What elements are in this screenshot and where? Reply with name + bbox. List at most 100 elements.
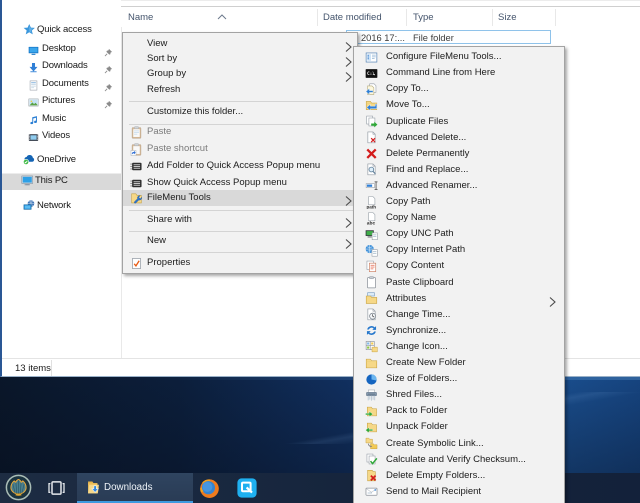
- column-header-name[interactable]: Name: [128, 12, 153, 25]
- column-separator: [317, 9, 318, 26]
- menu-item-copy-unc-path[interactable]: Copy UNC Path: [355, 227, 563, 243]
- menu-item-new[interactable]: New: [123, 233, 357, 249]
- advanced-renamer-icon: [365, 179, 378, 192]
- menu-item-label: Change Icon...: [386, 340, 448, 352]
- menu-item-create-new-folder[interactable]: Create New Folder: [355, 356, 563, 372]
- menu-item-advanced-renamer[interactable]: Advanced Renamer...: [355, 178, 563, 194]
- q-app-taskbar-icon[interactable]: [237, 478, 257, 498]
- menu-item-paste-shortcut[interactable]: Paste shortcut: [123, 142, 357, 158]
- firefox-taskbar-icon[interactable]: [199, 478, 220, 499]
- menu-item-unpack-folder[interactable]: Unpack Folder: [355, 420, 563, 436]
- menu-item-synchronize[interactable]: Synchronize...: [355, 323, 563, 339]
- menu-item-find-and-replace[interactable]: Find and Replace...: [355, 162, 563, 178]
- sidebar-item-music[interactable]: Music: [4, 110, 121, 127]
- menu-item-label: FileMenu Tools: [147, 191, 211, 203]
- menu-item-copy-content[interactable]: Copy Content: [355, 259, 563, 275]
- network-icon: [23, 199, 36, 212]
- menu-item-add-folder-to-quick-access-popup-menu[interactable]: Add Folder to Quick Access Popup menu: [123, 159, 357, 175]
- videos-icon: [28, 130, 39, 141]
- menu-item-group-by[interactable]: Group by: [123, 67, 357, 83]
- column-header-date-modified[interactable]: Date modified: [323, 12, 382, 25]
- start-button[interactable]: [5, 474, 32, 501]
- menu-item-paste[interactable]: Paste: [123, 125, 357, 141]
- menu-item-copy-path[interactable]: path Copy Path: [355, 195, 563, 211]
- menu-item-move-to[interactable]: Move To...: [355, 98, 563, 114]
- menu-item-label: Add Folder to Quick Access Popup menu: [147, 160, 321, 171]
- menu-item-sort-by[interactable]: Sort by: [123, 52, 357, 68]
- menu-item-copy-to[interactable]: Copy To...: [355, 82, 563, 98]
- selected-file-row[interactable]: 2016 17:... File folder: [346, 30, 551, 44]
- menu-item-label: Delete Permanently: [386, 147, 470, 159]
- sidebar-item-network[interactable]: Network: [4, 197, 121, 214]
- advanced-delete-icon: [365, 131, 378, 144]
- status-bar-divider: [51, 360, 52, 376]
- sidebar-item-desktop[interactable]: Desktop: [4, 40, 121, 57]
- paste-clipboard-icon: [365, 276, 378, 289]
- duplicate-files-icon: [365, 115, 378, 128]
- sidebar-item-label: Music: [42, 113, 67, 124]
- pin-icon: [104, 96, 113, 108]
- menu-item-share-with[interactable]: Share with: [123, 213, 357, 229]
- task-view-button[interactable]: [47, 481, 66, 495]
- menu-item-paste-clipboard[interactable]: Paste Clipboard: [355, 275, 563, 291]
- pictures-icon: [28, 95, 39, 106]
- menu-item-show-quick-access-popup-menu[interactable]: Show Quick Access Popup menu: [123, 175, 357, 191]
- taskbar-app-downloads[interactable]: Downloads: [77, 473, 193, 503]
- sidebar-item-downloads[interactable]: Downloads: [4, 57, 121, 74]
- menu-item-configure-filemenu-tools[interactable]: Configure FileMenu Tools...: [355, 50, 563, 66]
- menu-item-pack-to-folder[interactable]: Pack to Folder: [355, 404, 563, 420]
- copy-name-icon: abc: [365, 211, 378, 226]
- menu-item-properties[interactable]: Properties: [123, 255, 357, 271]
- menu-item-label: Pack to Folder: [386, 405, 448, 417]
- menu-item-label: Create Symbolic Link...: [386, 437, 484, 449]
- menu-item-copy-name[interactable]: abc Copy Name: [355, 211, 563, 227]
- menu-item-size-of-folders[interactable]: Size of Folders...: [355, 372, 563, 388]
- menu-item-label: Advanced Delete...: [386, 131, 467, 143]
- menu-item-label: Copy Path: [386, 196, 431, 207]
- selected-file-date: 2016 17:...: [361, 33, 405, 43]
- cmdline-icon: C:\: [365, 67, 378, 80]
- menu-item-customize-this-folder[interactable]: Customize this folder...: [123, 104, 357, 120]
- menu-item-label: Find and Replace...: [386, 163, 469, 175]
- menu-item-delete-permanently[interactable]: Delete Permanently: [355, 146, 563, 162]
- menu-item-label: New: [147, 234, 167, 246]
- submenu-chevron-icon: [345, 69, 352, 82]
- menu-item-change-time[interactable]: Change Time...: [355, 307, 563, 323]
- menu-item-delete-empty-folders[interactable]: Delete Empty Folders...: [355, 468, 563, 484]
- menu-item-label: Customize this folder...: [147, 105, 244, 117]
- menu-item-create-symbolic-link[interactable]: Create Symbolic Link...: [355, 436, 563, 452]
- sidebar-item-quick-access[interactable]: Quick access: [4, 21, 121, 38]
- sidebar-item-this-pc[interactable]: This PC: [2, 171, 121, 191]
- navigation-pane: Quick access Desktop Downloads Documents Pic…: [2, 0, 121, 358]
- copy-unc-icon: [365, 228, 378, 241]
- menu-item-calculate-and-verify-checksum[interactable]: Calculate and Verify Checksum...: [355, 452, 563, 468]
- ribbon-bottom-border: [120, 0, 640, 1]
- sidebar-item-documents[interactable]: Documents: [4, 75, 121, 92]
- qa-menu-icon: [130, 160, 143, 173]
- menu-item-advanced-delete[interactable]: Advanced Delete...: [355, 130, 563, 146]
- sidebar-item-pictures[interactable]: Pictures: [4, 92, 121, 109]
- menu-item-command-line-from-here[interactable]: C:\ Command Line from Here: [355, 66, 563, 82]
- menu-item-shred-files[interactable]: Shred Files...: [355, 388, 563, 404]
- menu-item-send-to-mail-recipient[interactable]: Send to Mail Recipient: [355, 484, 563, 500]
- menu-item-label: Create New Folder: [386, 357, 466, 368]
- sidebar-item-label: OneDrive: [37, 154, 76, 165]
- column-header-size[interactable]: Size: [498, 12, 516, 25]
- menu-item-label: Calculate and Verify Checksum...: [386, 453, 526, 465]
- sidebar-item-videos[interactable]: Videos: [4, 127, 121, 144]
- qa-menu-icon: [130, 177, 143, 190]
- menu-item-filemenu-tools[interactable]: FileMenu Tools: [123, 190, 357, 207]
- menu-item-view[interactable]: View: [123, 36, 357, 52]
- column-separator: [492, 9, 493, 26]
- menu-item-duplicate-files[interactable]: Duplicate Files: [355, 114, 563, 130]
- column-header-type[interactable]: Type: [413, 12, 434, 25]
- sidebar-item-onedrive[interactable]: OneDrive: [4, 151, 121, 168]
- paste-icon: [130, 126, 143, 139]
- onedrive-icon: [22, 153, 36, 166]
- menu-item-attributes[interactable]: Attributes: [355, 291, 563, 307]
- menu-item-refresh[interactable]: Refresh: [123, 82, 357, 98]
- menu-item-label: Configure FileMenu Tools...: [386, 51, 502, 63]
- menu-item-copy-internet-path[interactable]: Copy Internet Path: [355, 243, 563, 259]
- shred-icon: [365, 389, 378, 402]
- menu-item-change-icon[interactable]: Change Icon...: [355, 339, 563, 355]
